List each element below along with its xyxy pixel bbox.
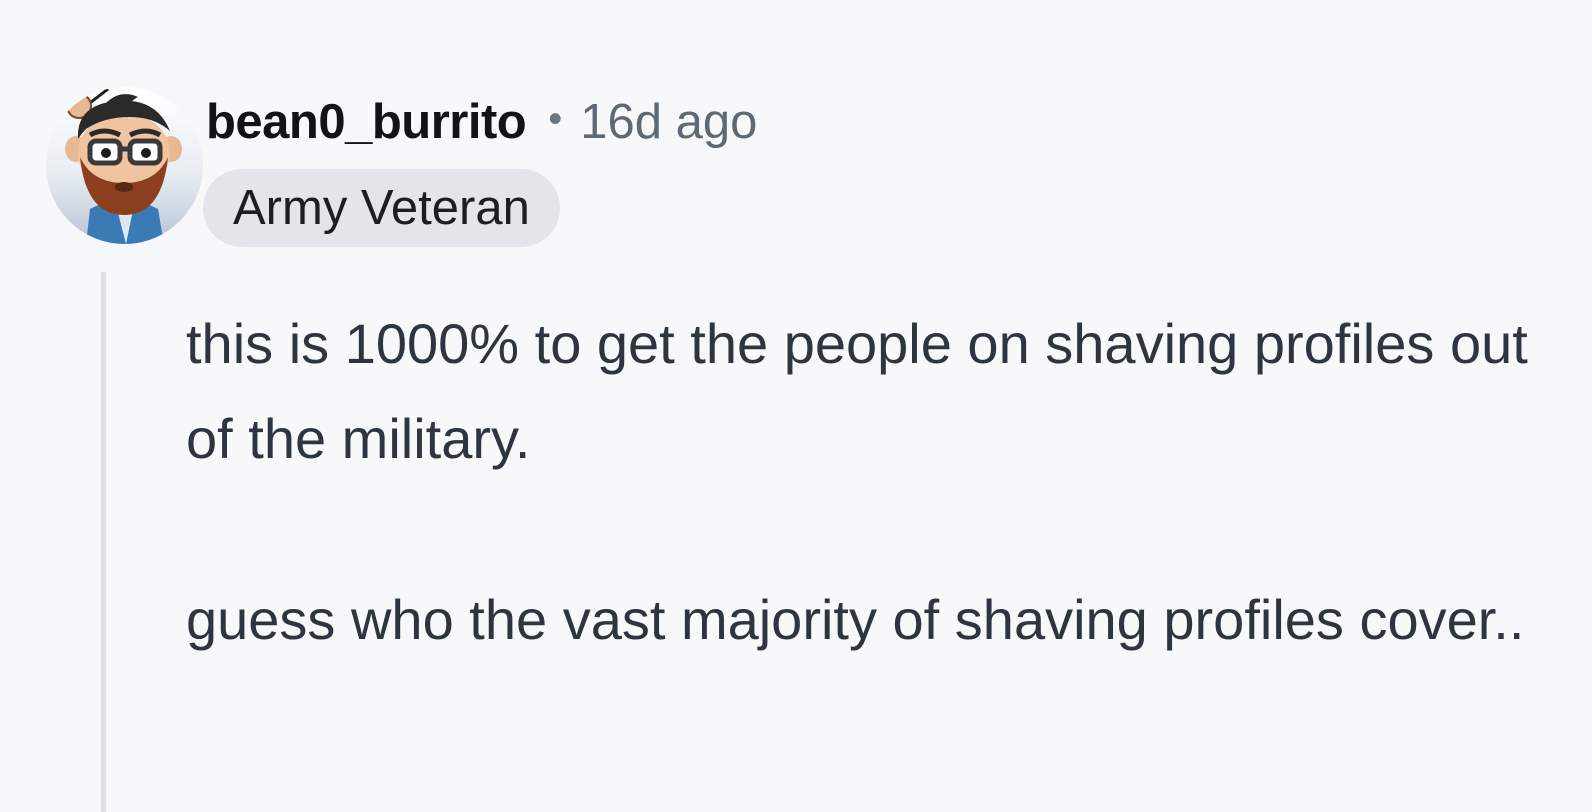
comment: bean0_burrito • 16d ago Army Veteran thi… (0, 0, 1592, 812)
comment-paragraph: this is 1000% to get the people on shavi… (186, 312, 1528, 470)
comment-timestamp[interactable]: 16d ago (580, 94, 757, 150)
username-link[interactable]: bean0_burrito (206, 94, 527, 150)
meta-separator: • (548, 96, 563, 141)
user-flair-badge: Army Veteran (203, 169, 560, 247)
comment-paragraph: guess who the vast majority of shaving p… (186, 588, 1525, 651)
bearded-snoo-icon (65, 87, 182, 244)
comment-body: this is 1000% to get the people on shavi… (186, 296, 1566, 667)
thread-line[interactable] (101, 272, 106, 812)
comment-header: bean0_burrito • 16d ago (206, 88, 757, 156)
user-avatar[interactable] (46, 87, 203, 244)
